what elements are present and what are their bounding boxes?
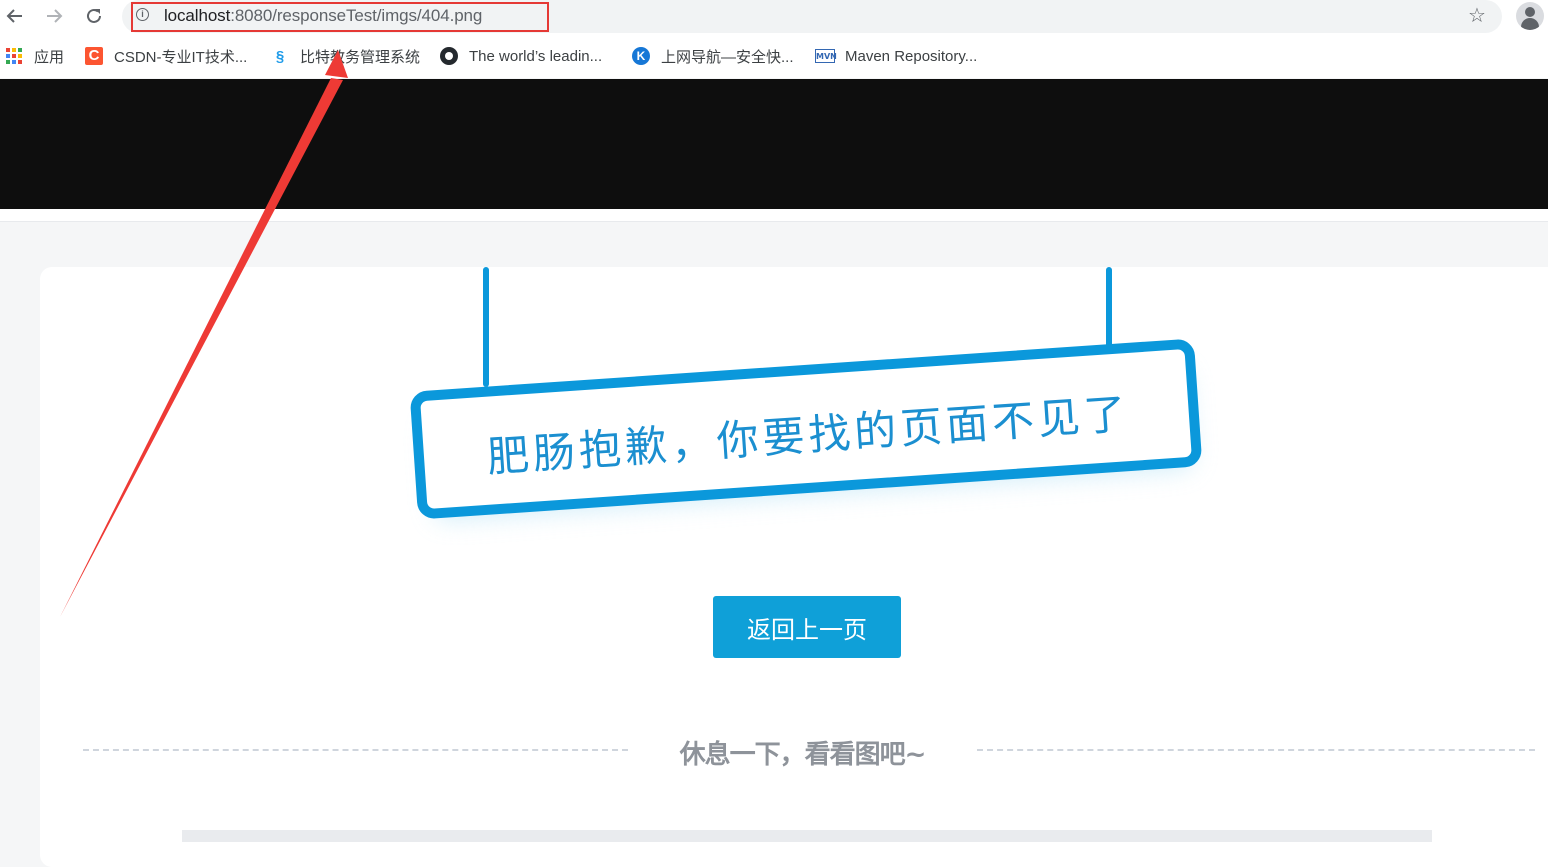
error-404-sign: 肥肠抱歉，你要找的页面不见了	[410, 267, 1202, 520]
dashed-divider-right	[977, 749, 1535, 751]
rest-caption: 休息一下，看看图吧~	[679, 740, 927, 770]
dashed-divider-left	[83, 749, 628, 751]
back-to-previous-button[interactable]: 返回上一页	[713, 596, 901, 658]
image-frame	[182, 830, 1432, 842]
